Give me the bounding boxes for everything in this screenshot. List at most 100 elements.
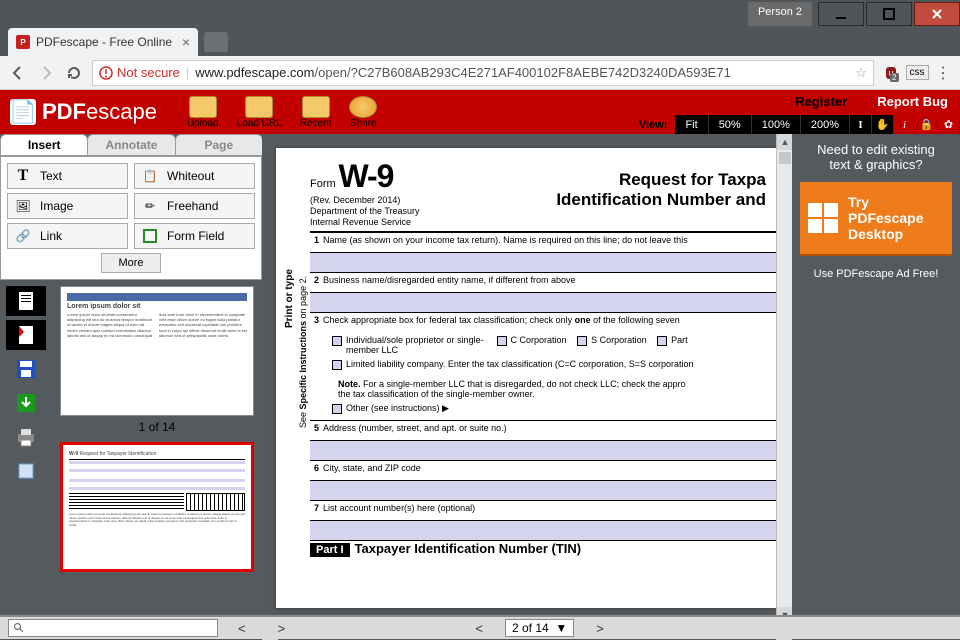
search-icon xyxy=(13,622,25,634)
form-row-6[interactable]: 6City, state, and ZIP code xyxy=(310,461,776,481)
page-prev-button[interactable]: < xyxy=(463,621,495,636)
form-row-1[interactable]: 1Name (as shown on your income tax retur… xyxy=(310,233,776,253)
page-select[interactable]: 2 of 14 ▼ xyxy=(505,619,574,637)
tool-freehand-button[interactable]: ✏Freehand xyxy=(134,193,255,219)
thumbnail-page-1-label: 1 of 14 xyxy=(60,420,254,434)
form-title: Request for Taxpa Identification Number … xyxy=(460,158,766,227)
pdf-page[interactable]: Print or type See Specific Instructions … xyxy=(276,148,776,608)
app-header: 📄 PDFescape Upload Load URL Recent Share… xyxy=(0,90,960,134)
back-button[interactable] xyxy=(8,63,28,83)
reload-button[interactable] xyxy=(64,63,84,83)
window-close-button[interactable] xyxy=(914,2,960,26)
form-row-7[interactable]: 7List account number(s) here (optional) xyxy=(310,501,776,521)
form-number: W-9 xyxy=(338,158,393,194)
tool-image-button[interactable]: 🖼Image xyxy=(7,193,128,219)
form-row-3-checkboxes[interactable]: Individual/sole proprietor or single-mem… xyxy=(310,333,776,357)
zoom-fit-button[interactable]: Fit xyxy=(675,115,708,134)
page-navigator: < 2 of 14 ▼ > xyxy=(463,619,615,637)
rail-save-button[interactable] xyxy=(6,354,46,384)
form-row-3-note: Note. For a single-member LLC that is di… xyxy=(310,377,776,401)
checkbox-llc[interactable] xyxy=(332,360,342,370)
form-row-3-llc[interactable]: Limited liability company. Enter the tax… xyxy=(310,357,776,377)
thumbnail-page-2[interactable]: W-9 Request for Taxpayer Identification … xyxy=(60,442,254,572)
page-next-button[interactable]: > xyxy=(584,621,616,636)
form-row-5[interactable]: 5Address (number, street, and apt. or su… xyxy=(310,421,776,441)
warning-icon xyxy=(99,66,113,80)
window-titlebar: Person 2 xyxy=(0,0,960,26)
tab-close-icon[interactable]: × xyxy=(182,34,190,50)
profile-badge[interactable]: Person 2 xyxy=(748,2,812,26)
recent-button[interactable]: Recent xyxy=(300,96,332,129)
zoom-50-button[interactable]: 50% xyxy=(709,115,752,134)
report-bug-link[interactable]: Report Bug xyxy=(877,94,948,109)
rail-download-button[interactable] xyxy=(6,388,46,418)
not-secure-label: Not secure xyxy=(117,65,180,80)
more-tools-button[interactable]: More xyxy=(101,253,161,273)
form-row-3[interactable]: 3Check appropriate box for federal tax c… xyxy=(310,313,776,333)
window-minimize-button[interactable] xyxy=(818,2,864,26)
left-tabs: Insert Annotate Page xyxy=(0,134,262,156)
browser-menu-button[interactable]: ⋮ xyxy=(934,64,952,82)
search-next-button[interactable]: > xyxy=(266,621,298,636)
browser-tab[interactable]: P PDFescape - Free Online × xyxy=(8,28,198,56)
url-text: www.pdfescape.com/open/?C27B608AB293C4E2… xyxy=(195,65,849,80)
zoom-100-button[interactable]: 100% xyxy=(752,115,801,134)
tools-panel: TText 📋Whiteout 🖼Image ✏Freehand 🔗Link F… xyxy=(0,156,262,280)
info-button[interactable]: i xyxy=(894,115,916,134)
app-logo[interactable]: 📄 PDFescape xyxy=(10,99,157,125)
form-dept: Department of the Treasury xyxy=(310,206,460,217)
side-print-label: Print or type xyxy=(284,134,295,328)
tab-page[interactable]: Page xyxy=(175,134,263,156)
checkbox-other[interactable] xyxy=(332,404,342,414)
tab-annotate[interactable]: Annotate xyxy=(87,134,175,156)
tool-formfield-button[interactable]: Form Field xyxy=(134,223,255,249)
checkbox-partnership[interactable] xyxy=(657,336,667,346)
upload-button[interactable]: Upload xyxy=(187,96,219,129)
search-prev-button[interactable]: < xyxy=(226,621,258,636)
search-input[interactable] xyxy=(8,619,218,637)
ad-free-link[interactable]: Use PDFescape Ad Free! xyxy=(800,268,952,280)
ublock-extension-icon[interactable]: u2 xyxy=(882,64,900,82)
tool-link-button[interactable]: 🔗Link xyxy=(7,223,128,249)
hand-tool-button[interactable]: ✋ xyxy=(872,115,894,134)
folder-url-icon xyxy=(245,96,273,118)
checkbox-individual[interactable] xyxy=(332,336,342,346)
document-viewport: Print or type See Specific Instructions … xyxy=(262,134,792,639)
bookmark-star-icon[interactable]: ☆ xyxy=(855,65,867,81)
thumbnails-panel[interactable]: Lorem ipsum dolor sit Lorem ipsum dolor … xyxy=(52,280,262,639)
rail-pages-button[interactable] xyxy=(6,286,46,316)
form-row-3-other[interactable]: Other (see instructions) ▶ xyxy=(310,401,776,421)
form-row-2[interactable]: 2Business name/disregarded entity name, … xyxy=(310,273,776,293)
zoom-200-button[interactable]: 200% xyxy=(801,115,850,134)
checkbox-c-corp[interactable] xyxy=(497,336,507,346)
settings-gear-button[interactable]: ✿ xyxy=(938,115,960,134)
try-desktop-button[interactable]: TryPDFescapeDesktop xyxy=(800,182,952,254)
register-link[interactable]: Register xyxy=(795,94,847,109)
address-bar[interactable]: Not secure | www.pdfescape.com/open/?C27… xyxy=(92,60,874,86)
document-scroll-area[interactable]: Print or type See Specific Instructions … xyxy=(262,134,792,623)
new-tab-button[interactable] xyxy=(204,32,228,52)
not-secure-indicator[interactable]: Not secure xyxy=(99,65,180,80)
rail-blank-button[interactable] xyxy=(6,456,46,486)
form-revision: (Rev. December 2014) xyxy=(310,195,460,206)
folder-upload-icon xyxy=(189,96,217,118)
left-lower: Lorem ipsum dolor sit Lorem ipsum dolor … xyxy=(0,280,262,639)
rail-bookmarks-button[interactable] xyxy=(6,320,46,350)
window-maximize-button[interactable] xyxy=(866,2,912,26)
tab-insert[interactable]: Insert xyxy=(0,134,88,156)
tool-text-button[interactable]: TText xyxy=(7,163,128,189)
scroll-up-icon[interactable]: ▲ xyxy=(777,134,792,150)
main-area: Insert Annotate Page TText 📋Whiteout 🖼Im… xyxy=(0,134,960,639)
windows-logo-icon xyxy=(808,203,838,233)
lock-button[interactable]: 🔒 xyxy=(916,115,938,134)
css-extension-button[interactable]: css xyxy=(908,64,926,82)
load-url-button[interactable]: Load URL xyxy=(237,96,282,129)
checkbox-s-corp[interactable] xyxy=(577,336,587,346)
thumbnail-page-1[interactable]: Lorem ipsum dolor sit Lorem ipsum dolor … xyxy=(60,286,254,416)
share-button[interactable]: Share xyxy=(349,96,377,129)
text-cursor-tool-button[interactable]: I xyxy=(850,115,872,134)
rail-print-button[interactable] xyxy=(6,422,46,452)
tool-whiteout-button[interactable]: 📋Whiteout xyxy=(134,163,255,189)
vertical-scroll-thumb[interactable] xyxy=(779,152,791,164)
vertical-scrollbar[interactable]: ▲ ▼ xyxy=(776,134,792,623)
